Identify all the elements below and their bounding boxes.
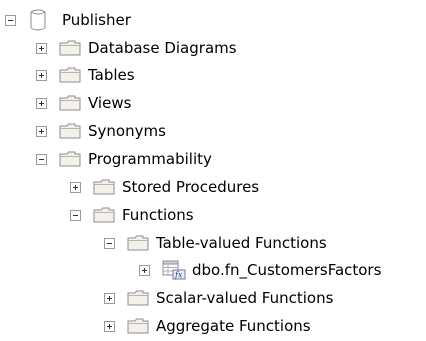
expand-toggle[interactable] [104,320,115,332]
collapse-toggle[interactable] [36,153,47,165]
tree-node-label: Views [88,94,132,112]
tree-node-label: Tables [88,66,135,84]
folder-icon [93,207,115,223]
expand-toggle[interactable] [36,42,47,54]
expand-toggle[interactable] [104,292,115,304]
tree-node-stored-procedures[interactable]: Stored Procedures [70,176,259,198]
folder-icon [59,40,81,56]
folder-icon [59,67,81,83]
tree-node-label: Aggregate Functions [156,317,311,335]
tree-node-views[interactable]: Views [36,92,131,114]
tree-node-aggregate-functions[interactable]: Aggregate Functions [104,315,311,337]
tree-node-label: Stored Procedures [122,178,260,196]
tree-node-label: Synonyms [88,122,166,140]
tree-node-synonyms[interactable]: Synonyms [36,120,166,142]
tree-node-label: Programmability [88,150,212,168]
collapse-toggle[interactable] [5,14,16,26]
tree-node-tables[interactable]: Tables [36,64,135,86]
tree-node-database-diagrams[interactable]: Database Diagrams [36,37,237,59]
folder-icon [127,235,149,251]
svg-text:fx: fx [174,271,183,280]
tree-node-label: dbo.fn_CustomersFactors [192,261,382,279]
tree-node-programmability[interactable]: Programmability [36,148,212,170]
folder-icon [93,179,115,195]
expand-toggle[interactable] [139,264,150,276]
folder-icon [127,290,149,306]
collapse-toggle[interactable] [104,237,115,249]
expand-toggle[interactable] [70,181,81,193]
tree-node-scalar-valued-functions[interactable]: Scalar-valued Functions [104,287,333,309]
tree-node-label: Scalar-valued Functions [156,289,334,307]
tree-node-publisher[interactable]: Publisher [5,9,131,31]
object-explorer-tree: Publisher Database Diagrams Tables Views [0,0,426,341]
folder-icon [127,318,149,334]
table-function-icon: fx [162,260,186,280]
tree-node-dbo-fn-customersfactors[interactable]: fx dbo.fn_CustomersFactors [139,259,381,281]
tree-node-table-valued-functions[interactable]: Table-valued Functions [104,232,327,254]
tree-node-functions[interactable]: Functions [70,204,194,226]
folder-icon [59,95,81,111]
folder-icon [59,123,81,139]
folder-icon [59,151,81,167]
expand-toggle[interactable] [36,125,47,137]
collapse-toggle[interactable] [70,209,81,221]
tree-node-label: Publisher [62,11,131,29]
database-icon [30,9,46,31]
tree-node-label: Database Diagrams [88,39,237,57]
tree-node-label: Table-valued Functions [156,234,327,252]
tree-node-label: Functions [122,206,194,224]
expand-toggle[interactable] [36,69,47,81]
expand-toggle[interactable] [36,97,47,109]
